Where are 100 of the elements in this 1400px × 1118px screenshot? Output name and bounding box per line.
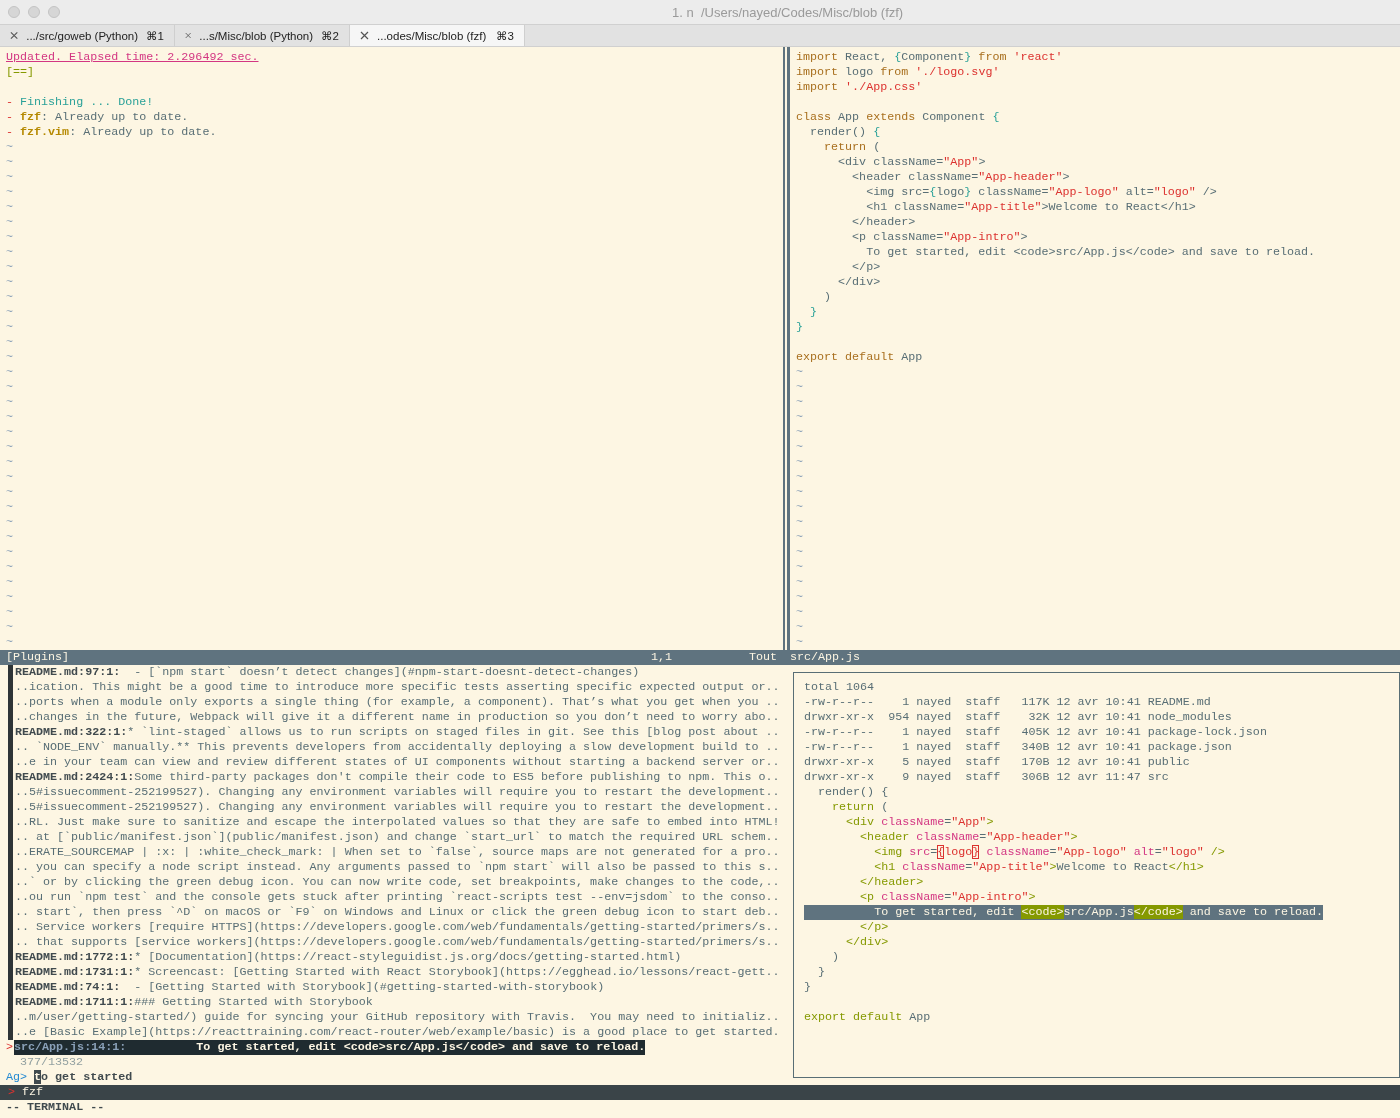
code-line: } — [795, 320, 804, 335]
selected-result[interactable]: src/App.js:14:1: To get started, edit <code>src/App.js</code> and save to reload. — [14, 1040, 646, 1055]
preview-line: -rw-r--r-- 1 nayed staff 340B 12 avr 10:41 package.json — [804, 740, 1232, 755]
buffer-name: [Plugins] — [6, 650, 71, 665]
output-line: - fzf: Already up to date. — [5, 110, 190, 125]
empty-line-marker: ~ — [6, 170, 13, 184]
search-result[interactable]: ..ou run `npm test` and the console gets stuck after printing `react-scripts test --env=jsdom` to the conso.. — [15, 890, 790, 905]
empty-line-marker: ~ — [796, 575, 803, 589]
tab-label: ...s/Misc/blob (Python) — [199, 29, 314, 42]
empty-line-marker: ~ — [796, 590, 803, 604]
empty-line-marker: ~ — [6, 485, 13, 499]
empty-line-marker: ~ — [6, 230, 13, 244]
empty-line-marker: ~ — [6, 620, 13, 634]
empty-line-marker: ~ — [6, 410, 13, 424]
search-result[interactable]: ..5#issuecomment-252199527). Changing any environment variables will require you to restart the development.. — [15, 800, 790, 815]
code-line: export default App — [795, 350, 924, 365]
empty-line-marker: ~ — [796, 365, 803, 379]
empty-line-marker: ~ — [6, 245, 13, 259]
empty-line-marker: ~ — [796, 515, 803, 529]
empty-line-marker: ~ — [6, 155, 13, 169]
code-line: class App extends Component { — [795, 110, 1001, 125]
code-line: To get started, edit <code>src/App.js</code> and save to reload. — [865, 245, 1316, 260]
window-close-icon[interactable] — [8, 6, 20, 18]
search-result[interactable]: README.md:322:1:* `lint-staged` allows us to run scripts on staged files in git. See this [blog post about .. — [15, 725, 790, 740]
empty-line-marker: ~ — [6, 635, 13, 649]
close-icon[interactable] — [360, 31, 369, 40]
code-line: </div> — [837, 275, 882, 290]
empty-line-marker: ~ — [796, 545, 803, 559]
preview-line: </div> — [845, 935, 889, 950]
code-line: </p> — [851, 260, 882, 275]
search-result[interactable]: .. you can specify a node script instead. Any arguments passed to `npm start` will also be passed to this s.. — [15, 860, 790, 875]
preview-line: <h1 className="App-title">Welcome to React</h1> — [873, 860, 1204, 875]
window-title: 1. n /Users/nayed/Codes/Misc/blob (fzf) — [672, 4, 904, 20]
preview-line: drwxr-xr-x 9 nayed staff 306B 12 avr 11:47 src — [804, 770, 1169, 785]
empty-line-marker: ~ — [6, 395, 13, 409]
empty-line-marker: ~ — [6, 560, 13, 574]
code-line: render() { — [809, 125, 882, 140]
search-result[interactable]: ..e in your team can view and review different states of UI components without starting a backend server or.. — [15, 755, 790, 770]
search-result[interactable]: .. that supports [service workers](https://developers.google.com/web/fundamentals/getting-started/primers/s.. — [15, 935, 790, 950]
search-result[interactable]: README.md:2424:1:Some third-party packages don't compile their code to ES5 before publishing to npm. This o.. — [15, 770, 790, 785]
empty-line-marker: ~ — [6, 515, 13, 529]
tab-label: ...odes/Misc/blob (fzf) — [377, 29, 488, 42]
empty-line-marker: ~ — [6, 425, 13, 439]
close-icon[interactable] — [10, 31, 19, 40]
search-result[interactable]: .. `NODE_ENV` manually.** This prevents developers from accidentally deploying a slow development build to .. — [15, 740, 790, 755]
search-result[interactable]: ..5#issuecomment-252199527). Changing any environment variables will require you to restart the development.. — [15, 785, 790, 800]
window-zoom-icon[interactable] — [48, 6, 60, 18]
search-result[interactable]: ..m/user/getting-started/) guide for syncing your GitHub repository with Travis. You may need to initializ.. — [15, 1010, 790, 1025]
search-result[interactable]: README.md:1731:1:* Screencast: [Getting Started with React Storybook](https://egghead.io/lessons/react-gett.. — [15, 965, 790, 980]
empty-line-marker: ~ — [796, 410, 803, 424]
empty-line-marker: ~ — [6, 320, 13, 334]
search-result[interactable]: .. start`, then press `^D` on macOS or `F9` on Windows and Linux or click the green debug icon to start deb.. — [15, 905, 790, 920]
code-line: return ( — [823, 140, 882, 155]
search-result[interactable]: README.md:97:1: - [`npm start` doesn’t detect changes](#npm-start-doesnt-detect-changes) — [15, 665, 790, 680]
search-result[interactable]: README.md:74:1: - [Getting Started with Storybook](#getting-started-with-storybook) — [15, 980, 790, 995]
preview-line: render() { — [817, 785, 889, 800]
preview-line: } — [804, 980, 811, 995]
empty-line-marker: ~ — [6, 290, 13, 304]
empty-line-marker: ~ — [6, 575, 13, 589]
tab[interactable]: ...odes/Misc/blob (fzf) ⌘3 — [350, 25, 525, 46]
search-result[interactable]: ..` or by clicking the green debug icon. You can now write code, set breakpoints, make changes to the code,.. — [15, 875, 790, 890]
tab-label: .../src/goweb (Python) — [26, 29, 139, 42]
empty-line-marker: ~ — [796, 425, 803, 439]
cursor-position: 1,1 — [651, 650, 674, 665]
pointer-marker: > — [5, 1040, 14, 1055]
search-result[interactable]: .. Service workers [require HTTPS](https://developers.google.com/web/fundamentals/getting-started/primers/s.. — [15, 920, 790, 935]
code-line: <h1 className="App-title">Welcome to React</h1> — [865, 200, 1197, 215]
preview-line: </header> — [859, 875, 924, 890]
empty-line-marker: ~ — [796, 620, 803, 634]
preview-line: <div className="App"> — [845, 815, 994, 830]
search-result[interactable]: ..ports when a module only exports a single thing (for example, a component). That’s what you get when you .. — [15, 695, 790, 710]
preview-line: return ( — [831, 800, 889, 815]
empty-line-marker: ~ — [6, 305, 13, 319]
empty-line-marker: ~ — [6, 500, 13, 514]
search-result[interactable]: ..ERATE_SOURCEMAP | :x: | :white_check_mark: | When set to `false`, source maps are not generated for a pro.. — [15, 845, 790, 860]
search-result[interactable]: ..RL. Just make sure to sanitize and escape the interpolated values so that they are safe to embed into HTML! — [15, 815, 790, 830]
preview-line: ) — [831, 950, 840, 965]
empty-line-marker: ~ — [796, 605, 803, 619]
empty-line-marker: ~ — [6, 380, 13, 394]
empty-line-marker: ~ — [6, 200, 13, 214]
empty-line-marker: ~ — [6, 545, 13, 559]
empty-line-marker: ~ — [6, 470, 13, 484]
search-result[interactable]: ..ication. This might be a good time to introduce more specific tests asserting specific expected output or.. — [15, 680, 790, 695]
empty-line-marker: ~ — [796, 440, 803, 454]
window-minimize-icon[interactable] — [28, 6, 40, 18]
search-result[interactable]: README.md:1711:1:### Getting Started with Storybook — [15, 995, 790, 1010]
code-line: </header> — [851, 215, 917, 230]
search-result[interactable]: ..e [Basic Example](https://reacttraining.com/react-router/web/example/basic) is a good place to get started. — [15, 1025, 790, 1040]
preview-line: total 1064 — [804, 680, 875, 695]
empty-line-marker: ~ — [796, 485, 803, 499]
search-result[interactable]: ..changes in the future, Webpack will give it a different name in production so you don’t need to worry abo.. — [15, 710, 790, 725]
search-result[interactable]: .. at [`public/manifest.json`](public/manifest.json) and change `start_url` to match the required URL schem.. — [15, 830, 790, 845]
code-line: import React, {Component} from 'react' — [795, 50, 1064, 65]
search-result[interactable]: README.md:1772:1:* [Documentation](https://react-styleguidist.js.org/docs/getting-started.html) — [15, 950, 790, 965]
tab-shortcut: ⌘2 — [321, 28, 339, 43]
preview-line: <header className="App-header"> — [859, 830, 1078, 845]
code-line: import './App.css' — [795, 80, 924, 95]
match-count: 377/13532 — [19, 1055, 84, 1070]
preview-line: export default App — [804, 1010, 931, 1025]
empty-line-marker: ~ — [6, 590, 13, 604]
